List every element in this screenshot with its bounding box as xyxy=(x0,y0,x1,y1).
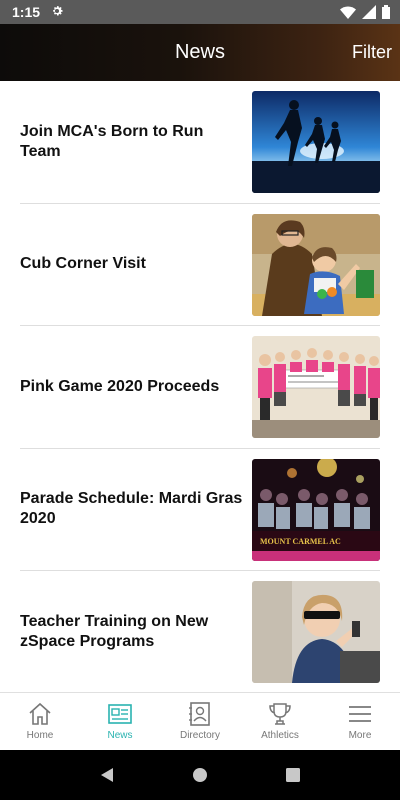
news-item[interactable]: Teacher Training on New zSpace Programs xyxy=(20,571,380,692)
nav-home[interactable]: Home xyxy=(0,693,80,750)
news-thumbnail xyxy=(252,581,380,683)
page-title: News xyxy=(174,41,225,63)
wifi-icon xyxy=(340,6,356,19)
app-header: News Filter xyxy=(0,24,400,81)
status-bar: 1:15 xyxy=(0,0,400,24)
recents-icon[interactable] xyxy=(285,767,301,783)
nav-label: Home xyxy=(26,730,54,741)
nav-label: More xyxy=(348,730,372,741)
system-nav-bar xyxy=(0,750,400,800)
trophy-icon xyxy=(269,703,291,725)
nav-label: Directory xyxy=(179,730,220,741)
nav-label: News xyxy=(107,730,133,741)
nav-label: Athletics xyxy=(261,730,299,741)
news-title: Pink Game 2020 Proceeds xyxy=(20,377,220,395)
nav-directory[interactable]: Directory xyxy=(160,693,240,750)
news-thumbnail: MOUNT CARMEL AC xyxy=(252,458,380,561)
news-title: Teacher Training on New zSpace Programs xyxy=(20,612,209,650)
status-icons xyxy=(340,5,390,19)
home-icon xyxy=(29,702,51,725)
status-time: 1:15 xyxy=(12,4,41,20)
directory-icon xyxy=(189,702,210,726)
news-item[interactable]: Join MCA's Born to Run Team xyxy=(20,81,380,204)
news-item[interactable]: Pink Game 2020 Proceeds xyxy=(20,326,380,449)
news-thumbnail xyxy=(252,336,380,438)
news-item[interactable]: Cub Corner Visit xyxy=(20,204,380,326)
nav-athletics[interactable]: Athletics xyxy=(240,693,320,750)
news-item[interactable]: Parade Schedule: Mardi Gras 2020 MOUNT C… xyxy=(20,449,380,571)
news-list: Join MCA's Born to Run Team Cub Corner V… xyxy=(0,81,400,692)
news-title: Cub Corner Visit xyxy=(20,255,146,273)
news-thumbnail xyxy=(252,91,380,193)
news-title: Parade Schedule: Mardi Gras 2020 xyxy=(20,490,243,528)
nav-news[interactable]: News xyxy=(80,693,160,750)
battery-icon xyxy=(382,5,390,19)
news-title: Join MCA's Born to Run Team xyxy=(20,122,204,160)
gear-icon xyxy=(50,4,64,21)
svg-text:MOUNT CARMEL AC: MOUNT CARMEL AC xyxy=(260,537,341,546)
signal-icon xyxy=(362,5,376,19)
menu-icon xyxy=(349,706,371,722)
home-circle-icon[interactable] xyxy=(192,767,208,783)
bottom-nav: Home News Directory Athletics More xyxy=(0,692,400,750)
filter-button[interactable]: Filter xyxy=(352,24,392,81)
news-icon xyxy=(108,704,132,724)
news-thumbnail xyxy=(252,213,380,316)
nav-more[interactable]: More xyxy=(320,693,400,750)
back-icon[interactable] xyxy=(99,767,115,783)
